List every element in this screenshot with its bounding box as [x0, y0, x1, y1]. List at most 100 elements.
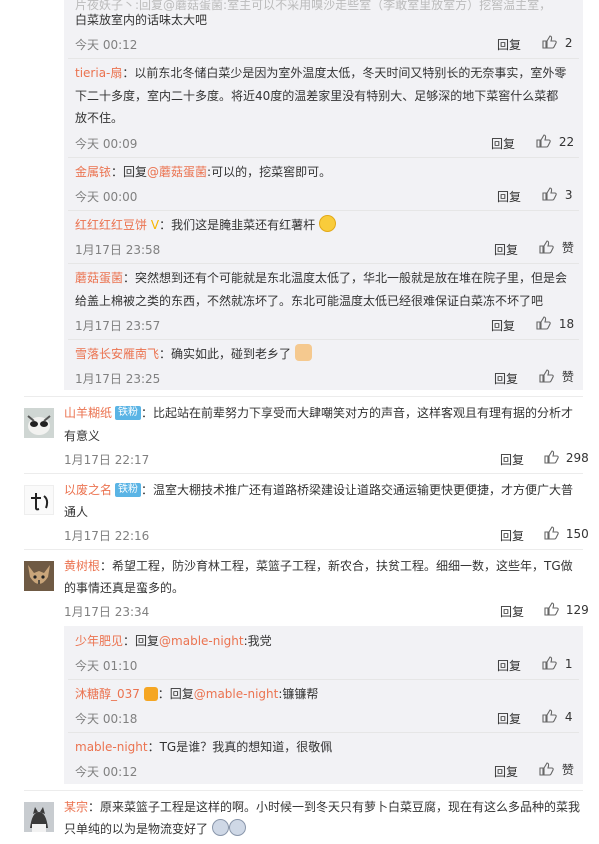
reply-username[interactable]: tieria-扇 — [75, 66, 122, 80]
reply-item: 红红红红豆饼 V：我们这是腌韭菜还有红薯杆 — [75, 214, 575, 237]
crying-emoji-icon — [228, 819, 246, 836]
reply-text: 下二十多度，室内二十多度。将近40度的温差家里没有特别大、足够深的地下菜窖什么菜… — [75, 89, 559, 103]
like-count: 3 — [564, 188, 573, 202]
reply-username[interactable]: 少年肥见 — [75, 634, 123, 648]
reply-item: 沐糖醇_037 ：回复@mable-night:镰镰帮 — [75, 683, 575, 706]
mention-link[interactable]: @mable-night — [159, 634, 244, 648]
thumbs-up-icon — [536, 316, 551, 330]
like-count: 4 — [564, 710, 573, 724]
divider — [24, 473, 583, 474]
reply-username[interactable]: 沐糖醇_037 — [75, 687, 140, 701]
thumbs-up-icon — [542, 35, 557, 49]
like-button[interactable]: 150 — [543, 525, 589, 541]
fan-badge: 铁粉 — [115, 406, 142, 420]
reply-button[interactable]: 回复 — [491, 135, 515, 152]
reply-text: ：突然想到还有个可能就是东北温度太低了，华北一般就是放在堆在院子里，但是会 — [123, 271, 568, 285]
reply-button[interactable]: 回复 — [497, 36, 521, 53]
thumbs-up-icon — [539, 762, 554, 776]
mention-link[interactable]: @蘑菇蛋菌 — [147, 165, 207, 179]
comment-item: 山羊糊纸 铁粉 ：比起站在前辈努力下享受而大肆嘲笑对方的声音，这样客观且有理有据的分… — [64, 402, 583, 425]
comment-text: 有意义 — [64, 429, 101, 443]
reply-button[interactable]: 回复 — [494, 241, 518, 258]
avatar[interactable] — [24, 802, 54, 832]
reply-prefix: ：回复 — [123, 634, 160, 648]
like-button[interactable]: 129 — [543, 601, 589, 617]
thumbs-up-icon — [542, 656, 557, 670]
divider — [68, 263, 579, 264]
reply-time: 今天 00:18 — [75, 712, 138, 726]
comment-username[interactable]: 黄树根 — [64, 559, 100, 573]
comment-text: ：希望工程，防沙育林工程，菜篮子工程，新农合，扶贫工程。细细一数，这些年，TG做 — [100, 559, 573, 573]
like-button[interactable]: 1 — [541, 655, 572, 671]
reply-time: 今天 00:12 — [75, 765, 138, 779]
reply-username[interactable]: 蘑菇蛋菌 — [75, 271, 123, 285]
avatar[interactable] — [24, 485, 54, 515]
reply-text: :镰镰帮 — [278, 687, 319, 701]
reply-text: ：我们这是腌韭菜还有红薯杆 — [159, 218, 316, 232]
divider — [68, 58, 579, 59]
mention-link[interactable]: @mable-night — [194, 687, 279, 701]
thumbs-up-icon — [544, 450, 559, 464]
reply-text: :可以的，挖菜窖即可。 — [207, 165, 332, 179]
reply-item: 雪落长安雁南飞：确实如此，碰到老乡了 — [75, 343, 575, 366]
reply-username[interactable]: 金属铱 — [75, 165, 111, 179]
avatar[interactable] — [24, 408, 54, 438]
reply-text-line: 白菜放室内的话味太大吧 — [75, 13, 208, 27]
like-button[interactable]: 18 — [535, 315, 574, 331]
comment-time: 1月17日 22:17 — [64, 453, 150, 467]
like-count: 赞 — [561, 370, 574, 384]
reply-item: mable-night：TG是谁？我真的想知道，很敬佩 — [75, 736, 575, 759]
thumbs-up-icon — [542, 709, 557, 723]
like-button[interactable]: 298 — [543, 449, 589, 465]
like-button[interactable]: 4 — [541, 708, 572, 724]
comment-username[interactable]: 某宗 — [64, 800, 88, 814]
like-button[interactable]: 赞 — [538, 368, 574, 385]
reply-time: 今天 00:09 — [75, 137, 138, 151]
reply-button[interactable]: 回复 — [494, 763, 518, 780]
reply-button[interactable]: 回复 — [491, 317, 515, 334]
reply-button[interactable]: 回复 — [500, 603, 524, 620]
comment-item: 某宗：原来菜篮子工程是这样的啊。小时候一到冬天只有萝卜白菜豆腐，现在有这么多品种… — [64, 796, 583, 819]
like-count: 150 — [565, 527, 589, 541]
like-count: 22 — [558, 135, 575, 149]
avatar[interactable] — [24, 561, 54, 591]
handshake-emoji-icon — [294, 344, 312, 361]
divider — [24, 549, 583, 550]
comment-username[interactable]: 以废之名 — [64, 483, 112, 497]
comment-text: 的事情还真是蛮多的。 — [64, 581, 185, 595]
reply-prefix: ：回复 — [111, 165, 148, 179]
reply-button[interactable]: 回复 — [494, 370, 518, 387]
level-badge-icon — [143, 687, 158, 701]
reply-button[interactable]: 回复 — [500, 451, 524, 468]
like-button[interactable]: 赞 — [538, 761, 574, 778]
crying-emoji-icon — [211, 819, 229, 836]
thumbs-up-icon — [542, 187, 557, 201]
like-button[interactable]: 2 — [541, 34, 572, 50]
like-count: 18 — [558, 317, 575, 331]
reply-text: 给盖上棉被之类的东西，不然就冻坏了。东北可能温度太低已经很难保证白菜冻不坏了吧 — [75, 294, 544, 308]
reply-button[interactable]: 回复 — [500, 527, 524, 544]
avatar-image — [25, 486, 53, 514]
like-count: 赞 — [561, 763, 574, 777]
reply-text: 放不住。 — [75, 111, 124, 125]
reply-username[interactable]: 雪落长安雁南飞 — [75, 347, 159, 361]
thumbs-up-icon — [539, 369, 554, 383]
reply-text: ：TG是谁？我真的想知道，很敬佩 — [147, 740, 333, 754]
reply-button[interactable]: 回复 — [497, 710, 521, 727]
like-button[interactable]: 22 — [535, 133, 574, 149]
divider — [24, 396, 583, 397]
laughing-emoji-icon — [318, 215, 336, 232]
reply-text: 白菜放室内的话味太大吧 — [75, 9, 594, 32]
reply-button[interactable]: 回复 — [497, 188, 521, 205]
like-button[interactable]: 3 — [541, 186, 572, 202]
divider — [68, 157, 579, 158]
reply-username[interactable]: mable-night — [75, 740, 148, 754]
like-count: 2 — [564, 36, 573, 50]
like-button[interactable]: 赞 — [538, 239, 574, 256]
like-count: 赞 — [561, 241, 574, 255]
reply-button[interactable]: 回复 — [497, 657, 521, 674]
reply-username[interactable]: 红红红红豆饼 — [75, 218, 147, 232]
comment-username[interactable]: 山羊糊纸 — [64, 406, 112, 420]
reply-item: 金属铱：回复@蘑菇蛋菌:可以的，挖菜窖即可。 — [75, 161, 575, 184]
thumbs-up-icon — [544, 526, 559, 540]
